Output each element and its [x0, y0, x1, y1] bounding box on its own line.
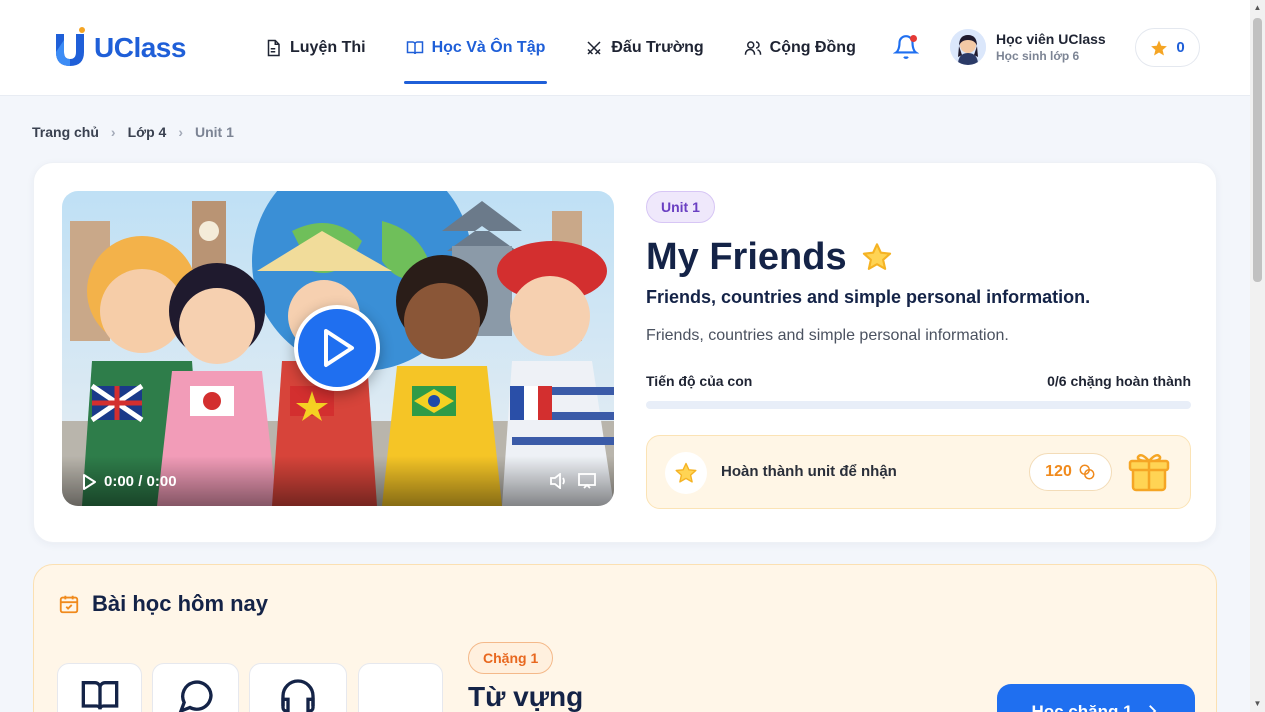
reward-points-value: 120: [1045, 463, 1072, 480]
stage-badge: Chặng 1: [468, 642, 554, 674]
scroll-thumb[interactable]: [1253, 18, 1262, 282]
users-icon: [744, 41, 761, 55]
unit-description: Friends, countries and simple personal i…: [646, 327, 1009, 344]
uclass-logo-icon: [56, 27, 85, 66]
nav-hoc-va-on-tap[interactable]: Học Và Ôn Tập: [403, 0, 548, 96]
reward-star: [665, 452, 707, 494]
reward-text: Hoàn thành unit để nhận: [721, 463, 897, 480]
breadcrumb-grade[interactable]: Lớp 4: [128, 124, 167, 140]
user-role: Học sinh lớp 6: [996, 49, 1080, 63]
unit-badge: Unit 1: [646, 191, 715, 223]
notification-dot: [910, 35, 917, 42]
nav-label: Học Và Ôn Tập: [431, 39, 546, 56]
user-profile[interactable]: Học viên UClass Học sinh lớp 6: [950, 29, 1106, 65]
page-scrollbar[interactable]: ▲ ▼: [1250, 0, 1265, 712]
skill-extra-tile[interactable]: [358, 663, 443, 712]
play-icon: [324, 329, 354, 367]
breadcrumb-home[interactable]: Trang chủ: [32, 124, 99, 140]
reward-box: Hoàn thành unit để nhận 120: [646, 435, 1191, 509]
video-time: 0:00 / 0:00: [104, 473, 177, 490]
progress-bar: [646, 401, 1191, 409]
unit-title: My Friends: [646, 236, 847, 278]
today-lesson-panel: Bài học hôm nay Chặng 1 Từ vựng Học chặn…: [33, 564, 1217, 712]
points-badge[interactable]: 0: [1135, 28, 1200, 67]
breadcrumb: Trang chủ › Lớp 4 › Unit 1: [32, 124, 234, 140]
nav-label: Cộng Đồng: [769, 39, 856, 56]
chevron-right-icon: [1148, 705, 1156, 712]
skill-listening-tile[interactable]: [249, 663, 347, 712]
nav-label: Đấu Trường: [611, 39, 704, 56]
play-small-icon[interactable]: [82, 473, 96, 490]
swords-icon: [587, 41, 601, 55]
top-header: UClass Luyện Thi Học Và Ôn Tập Đấu Trườn…: [0, 0, 1250, 96]
unit-info: Unit 1 My Friends Friends, countries and…: [646, 191, 1191, 509]
star-outline-icon[interactable]: [861, 241, 893, 273]
breadcrumb-current: Unit 1: [194, 124, 234, 140]
nav-label: Luyện Thi: [290, 39, 366, 56]
chevron-right-icon: ›: [110, 124, 116, 140]
document-icon: [267, 39, 280, 57]
nav-dau-truong[interactable]: Đấu Trường: [585, 0, 704, 96]
scroll-down-icon[interactable]: ▼: [1253, 699, 1262, 709]
coins-icon: [1079, 464, 1095, 480]
user-name: Học viên UClass: [996, 31, 1106, 47]
scroll-up-icon[interactable]: ▲: [1253, 3, 1262, 13]
skill-speaking-tile[interactable]: [152, 663, 239, 712]
nav-cong-dong[interactable]: Cộng Đồng: [744, 0, 856, 96]
chevron-right-icon: ›: [178, 124, 183, 140]
stage-title: Từ vựng: [468, 681, 584, 712]
nav-luyen-thi[interactable]: Luyện Thi: [264, 0, 366, 96]
unit-subtitle: Friends, countries and simple personal i…: [646, 287, 1091, 307]
skill-vocabulary-tile[interactable]: [57, 663, 142, 712]
chat-bubble-icon: [178, 680, 213, 712]
star-icon: [1151, 40, 1168, 55]
progress-text: 0/6 chặng hoàn thành: [1047, 373, 1191, 389]
avatar: [950, 29, 986, 65]
headphones-icon: [281, 679, 315, 712]
play-button[interactable]: [294, 305, 380, 391]
progress-row: Tiến độ của con 0/6 chặng hoàn thành: [646, 373, 1191, 389]
reward-points: 120: [1029, 453, 1112, 491]
cast-icon[interactable]: [578, 473, 596, 489]
today-title: Bài học hôm nay: [92, 591, 269, 616]
main-nav: Luyện Thi Học Và Ôn Tập Đấu Trường Cộng …: [264, 0, 896, 96]
intro-video[interactable]: 0:00 / 0:00: [62, 191, 614, 506]
video-controls: 0:00 / 0:00: [62, 456, 614, 506]
start-stage-label: Học chặng 1: [1031, 702, 1133, 712]
book-icon: [406, 41, 423, 55]
progress-label: Tiến độ của con: [646, 373, 753, 389]
book-open-icon: [81, 681, 118, 710]
notification-button[interactable]: [892, 34, 920, 60]
volume-icon[interactable]: [550, 473, 568, 489]
start-stage-button[interactable]: Học chặng 1: [997, 684, 1195, 712]
star-icon: [675, 462, 697, 483]
points-value: 0: [1176, 39, 1185, 56]
unit-card: 0:00 / 0:00 Unit 1 My Friends Friends, c…: [33, 162, 1217, 543]
logo-text: UClass: [94, 32, 186, 63]
logo[interactable]: UClass: [52, 26, 186, 70]
calendar-check-icon: [59, 595, 79, 614]
gift-icon: [1128, 453, 1170, 492]
